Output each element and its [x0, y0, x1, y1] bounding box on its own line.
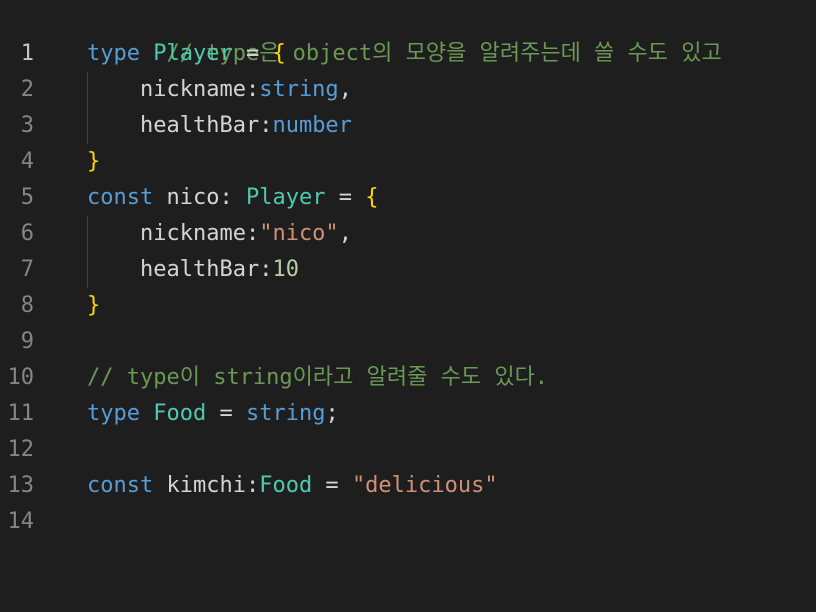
comment: // type이 string이라고 알려줄 수도 있다. [87, 365, 549, 390]
code-line-14[interactable]: 14 const kimchi:Food = "delicious" [0, 468, 816, 534]
colon: : [245, 77, 260, 102]
variable-name: kimchi [153, 473, 246, 498]
code-line-10[interactable]: 10 [0, 324, 816, 390]
brace: } [87, 149, 101, 174]
code-editor[interactable]: 1 // type은 object의 모양을 알려주는데 쓸 수도 있고 2 t… [0, 0, 816, 534]
semicolon: ; [325, 401, 339, 426]
keyword: type [87, 401, 140, 426]
operator: = [206, 401, 246, 426]
keyword: const [87, 473, 154, 498]
type-keyword: string [259, 77, 339, 102]
code-line-5[interactable]: 5 } [0, 144, 816, 210]
line-content: } [87, 144, 100, 180]
line-content: const kimchi:Food = "delicious" [87, 468, 498, 504]
string-literal: "nico" [259, 221, 339, 246]
code-line-8[interactable]: 8 healthBar:10 [0, 252, 816, 318]
property: healthBar [139, 113, 260, 138]
property: nickname [139, 77, 246, 102]
property: healthBar [139, 257, 260, 282]
code-line-3[interactable]: 3 nickname:string, [0, 72, 816, 138]
code-line-12[interactable]: 12 type Food = string; [0, 396, 816, 462]
line-number: 14 [7, 509, 35, 534]
comma: , [338, 221, 352, 246]
colon: : [259, 257, 273, 282]
operator: = [325, 185, 366, 210]
brace: } [87, 293, 101, 318]
line-content: type Player = { [87, 36, 286, 72]
keyword: const [87, 185, 154, 210]
keyword: type [87, 41, 140, 66]
string-literal: "delicious" [351, 473, 498, 498]
operator: = [312, 473, 352, 498]
operator: = [232, 41, 273, 66]
type-name: Player [153, 41, 233, 66]
colon: : [245, 221, 260, 246]
property: nickname [139, 221, 246, 246]
line-content: } [87, 288, 100, 324]
line-content: const nico: Player = { [87, 180, 378, 216]
line-content: type Food = string; [87, 396, 339, 432]
line-content: healthBar:10 [87, 252, 299, 288]
line-content: healthBar:number [87, 108, 352, 144]
type-name: Player [245, 185, 326, 210]
code-line-7[interactable]: 7 nickname:"nico", [0, 216, 816, 282]
line-content: nickname:"nico", [87, 216, 352, 252]
type-keyword: number [272, 113, 352, 138]
colon: : [259, 113, 273, 138]
comma: , [338, 77, 352, 102]
code-line-9[interactable]: 9 } [0, 288, 816, 354]
line-content: // type이 string이라고 알려줄 수도 있다. [87, 360, 548, 396]
type-name: Food [153, 401, 207, 426]
variable-name: nico [153, 185, 220, 210]
brace: { [365, 185, 379, 210]
code-line-4[interactable]: 4 healthBar:number [0, 108, 816, 174]
code-line-13[interactable]: 13 [0, 432, 816, 498]
code-line-2[interactable]: 2 type Player = { [0, 36, 816, 102]
code-line-1[interactable]: 1 // type은 object의 모양을 알려주는데 쓸 수도 있고 [0, 0, 816, 66]
type-keyword: string [245, 401, 326, 426]
colon: : [245, 473, 260, 498]
code-line-11[interactable]: 11 // type이 string이라고 알려줄 수도 있다. [0, 360, 816, 426]
line-content: nickname:string, [87, 72, 352, 108]
number-literal: 10 [272, 257, 299, 282]
type-name: Food [259, 473, 313, 498]
code-line-6[interactable]: 6 const nico: Player = { [0, 180, 816, 246]
colon: : [219, 185, 246, 210]
brace: { [272, 41, 286, 66]
